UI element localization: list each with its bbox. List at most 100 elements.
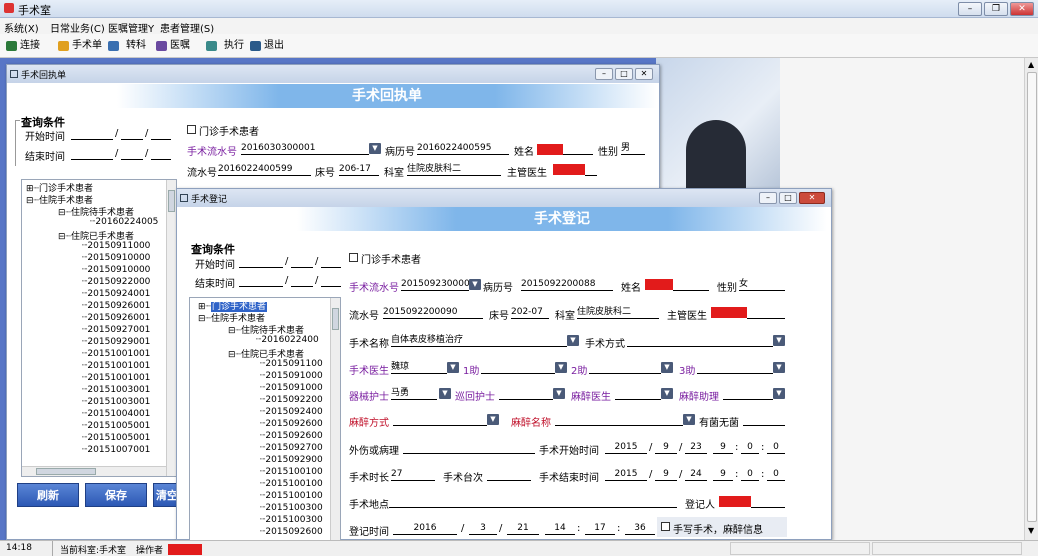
refresh-button[interactable]: 刷新: [17, 483, 79, 507]
gender-field[interactable]: 男: [621, 142, 645, 155]
end-year-field[interactable]: [71, 147, 113, 160]
start-month-field[interactable]: [121, 127, 143, 140]
toolbar-connect[interactable]: 连接: [6, 38, 40, 54]
surgery-start-hour[interactable]: 9: [713, 441, 733, 454]
tree-leaf[interactable]: ┈20150929001: [82, 337, 150, 347]
flow-field[interactable]: 2016022400599: [218, 163, 311, 176]
tree-leaf[interactable]: ┈2015092700: [260, 443, 323, 453]
menu-patients[interactable]: 患者管理(S): [160, 20, 214, 35]
toolbar-surgery-form[interactable]: 手术单: [58, 38, 102, 54]
toolbar-exit[interactable]: 退出: [250, 38, 284, 54]
toolbar-execute[interactable]: 执行: [206, 38, 244, 54]
surgery-start-minute[interactable]: 0: [741, 441, 759, 454]
sterile-field[interactable]: [743, 413, 785, 426]
registration-close-button[interactable]: ✕: [799, 192, 825, 204]
surgery-start-month[interactable]: 9: [655, 441, 677, 454]
tree-vscrollbar[interactable]: [330, 298, 340, 540]
tree-leaf[interactable]: ┈20150926001: [82, 301, 150, 311]
pathology-field[interactable]: [403, 441, 535, 454]
gender-field[interactable]: 女: [739, 278, 785, 291]
assistant1-field[interactable]: [481, 361, 555, 374]
method-field[interactable]: [627, 334, 773, 347]
tree-leaf[interactable]: ┈2015100300: [260, 503, 323, 513]
bed-field[interactable]: 202-07: [511, 306, 549, 319]
location-field[interactable]: [389, 495, 677, 508]
surgery-end-year[interactable]: 2015: [605, 468, 647, 481]
scroll-down-icon[interactable]: ▼: [1028, 526, 1034, 535]
reg-second[interactable]: 36: [625, 522, 655, 535]
anesthesia-method-field[interactable]: [393, 413, 487, 426]
end-month-field[interactable]: [291, 274, 313, 287]
tree-leaf[interactable]: ┈20151005001: [82, 433, 150, 443]
anesthesia-doctor-field[interactable]: [615, 387, 661, 400]
tree-leaf[interactable]: ┈2015092200: [260, 395, 323, 405]
tree-leaf[interactable]: ┈20150927001: [82, 325, 150, 335]
end-day-field[interactable]: [151, 147, 171, 160]
surgery-count-field[interactable]: [487, 468, 531, 481]
circulating-nurse-dropdown-icon[interactable]: ▼: [553, 388, 565, 399]
tree-leaf[interactable]: ┈20151005001: [82, 421, 150, 431]
end-year-field[interactable]: [239, 274, 283, 287]
surgeon-dropdown-icon[interactable]: ▼: [447, 362, 459, 373]
tree-leaf[interactable]: ┈2015100300: [260, 515, 323, 525]
tree-leaf[interactable]: ┈20150911000: [82, 241, 150, 251]
anesthesia-method-dropdown-icon[interactable]: ▼: [487, 414, 499, 425]
tree-hscrollbar[interactable]: [22, 466, 166, 476]
outpatient-checkbox[interactable]: [187, 125, 196, 134]
tree-leaf[interactable]: ┈20151003001: [82, 385, 150, 395]
outpatient-checkbox[interactable]: [349, 253, 358, 262]
tree-leaf[interactable]: ┈2015091000: [260, 371, 323, 381]
tree-leaf[interactable]: ┈20151001001: [82, 361, 150, 371]
anesthesia-assistant-field[interactable]: [723, 387, 773, 400]
assistant3-dropdown-icon[interactable]: ▼: [773, 362, 785, 373]
doctor-field-line[interactable]: [747, 306, 785, 319]
flow-field[interactable]: 2015092200090: [383, 306, 483, 319]
scroll-up-icon[interactable]: ▲: [1028, 60, 1034, 69]
tree-leaf[interactable]: ┈20160224005: [90, 217, 158, 227]
tree-leaf[interactable]: ┈2015100100: [260, 479, 323, 489]
reg-hour[interactable]: 14: [545, 522, 575, 535]
surgery-end-day[interactable]: 24: [685, 468, 707, 481]
reg-minute[interactable]: 17: [585, 522, 615, 535]
dept-field[interactable]: 住院皮肤科二: [577, 306, 659, 319]
instrument-nurse-dropdown-icon[interactable]: ▼: [439, 388, 451, 399]
reg-year[interactable]: 2016: [393, 522, 457, 535]
menu-orders[interactable]: 医嘱管理Y: [108, 20, 154, 35]
op-no-dropdown-icon[interactable]: ▼: [369, 143, 381, 154]
start-year-field[interactable]: [239, 255, 283, 268]
bed-field[interactable]: 206-17: [339, 163, 379, 176]
menu-daily[interactable]: 日常业务(C): [50, 20, 105, 35]
tree-leaf[interactable]: ┈2015092600: [260, 431, 323, 441]
tree-leaf[interactable]: ┈20151001001: [82, 373, 150, 383]
surgery-start-second[interactable]: 0: [767, 441, 785, 454]
tree-leaf[interactable]: ┈20150910000: [82, 253, 150, 263]
end-day-field[interactable]: [321, 274, 341, 287]
tree-leaf[interactable]: ┈2015100100: [260, 467, 323, 477]
surgery-end-minute[interactable]: 0: [741, 468, 759, 481]
main-scrollbar[interactable]: ▲ ▼: [1024, 58, 1038, 540]
start-day-field[interactable]: [321, 255, 341, 268]
receipt-close-button[interactable]: ✕: [635, 68, 653, 80]
tree-leaf[interactable]: ┈2015091100: [260, 359, 323, 369]
name-field-line[interactable]: [673, 278, 709, 291]
tree-vscrollbar[interactable]: [166, 180, 176, 476]
minimize-button[interactable]: –: [958, 2, 982, 16]
registration-minimize-button[interactable]: –: [759, 192, 777, 204]
tree-leaf[interactable]: ┈2015100100: [260, 491, 323, 501]
duration-field[interactable]: 27: [391, 468, 435, 481]
scroll-thumb[interactable]: [1027, 72, 1037, 522]
save-button[interactable]: 保存: [85, 483, 147, 507]
anesthesia-name-dropdown-icon[interactable]: ▼: [683, 414, 695, 425]
tree-leaf[interactable]: ┈20151007001: [82, 445, 150, 455]
reg-month[interactable]: 3: [469, 522, 497, 535]
tree-leaf[interactable]: ┈20150924001: [82, 289, 150, 299]
tree-leaf[interactable]: ┈2015092900: [260, 455, 323, 465]
op-no-field[interactable]: 2016030300001: [241, 142, 369, 155]
receipt-maximize-button[interactable]: □: [615, 68, 633, 80]
tree-leaf[interactable]: ┈20150926001: [82, 313, 150, 323]
tree-leaf[interactable]: ┈2015092400: [260, 407, 323, 417]
restore-button[interactable]: ❐: [984, 2, 1008, 16]
method-dropdown-icon[interactable]: ▼: [773, 335, 785, 346]
toolbar-transfer[interactable]: 转科: [108, 38, 146, 54]
tree-leaf[interactable]: ┈20151004001: [82, 409, 150, 419]
